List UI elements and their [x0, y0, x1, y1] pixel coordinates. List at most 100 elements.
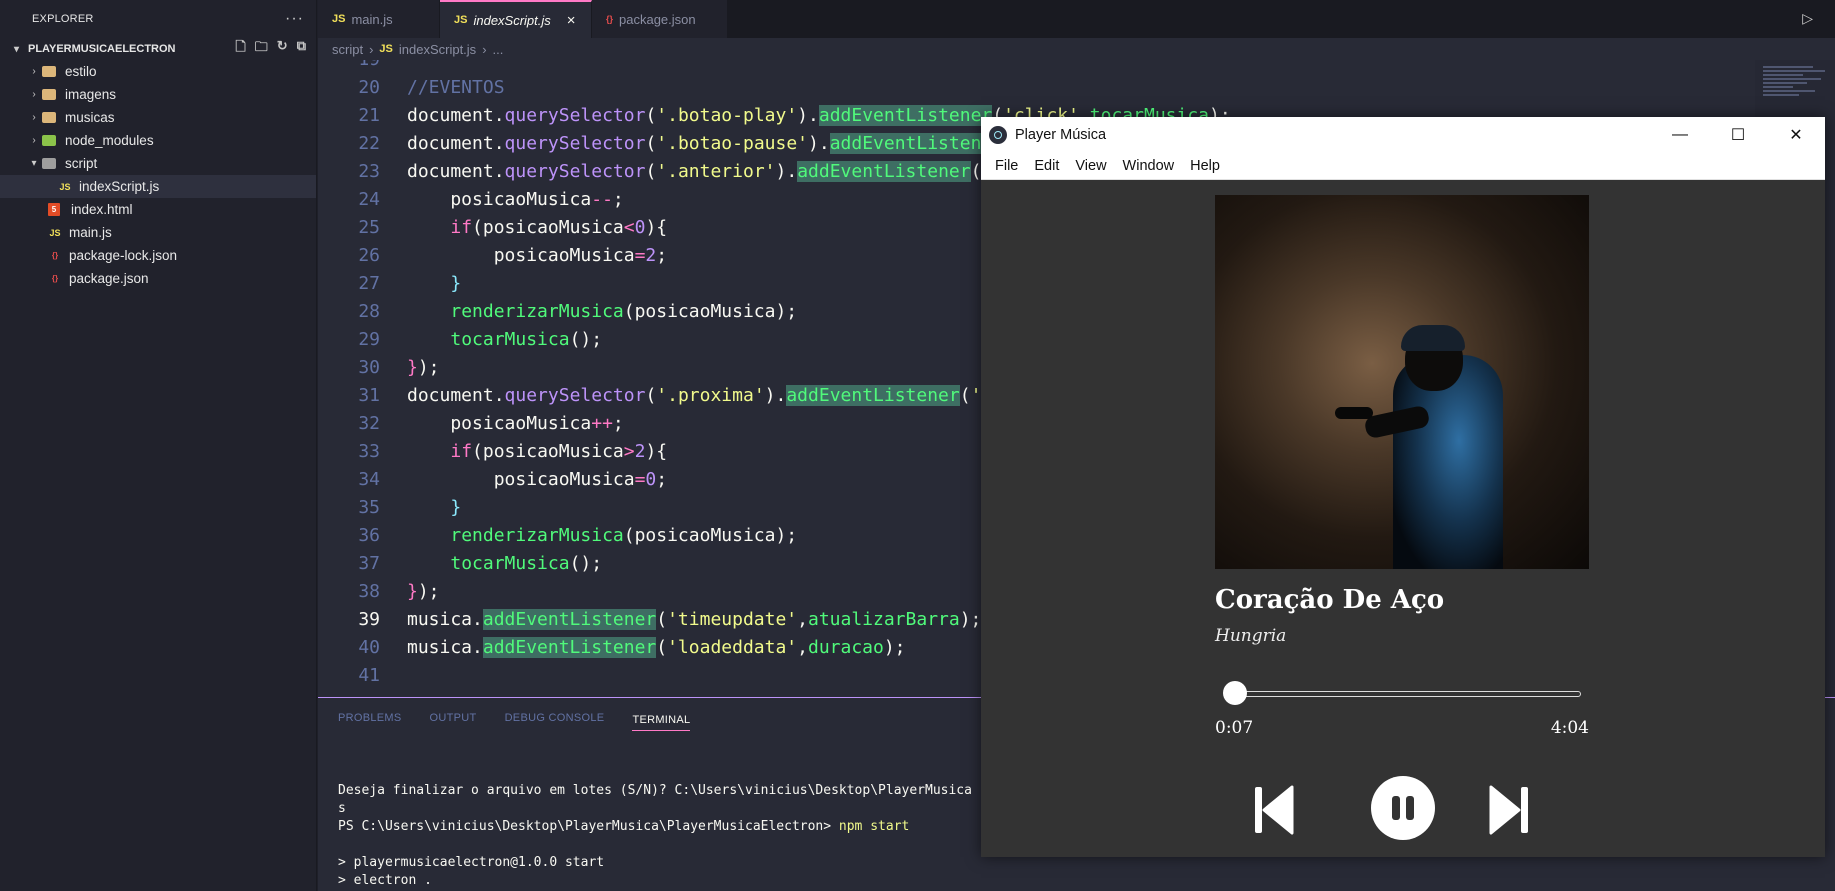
terminal-prompt: PS C:\Users\vinicius\Desktop\PlayerMusic…: [338, 819, 839, 834]
menu-edit[interactable]: Edit: [1026, 158, 1067, 174]
tree-item-main-js[interactable]: JS main.js: [0, 221, 316, 244]
code-text: musica.addEventListener('loadeddata',dur…: [407, 637, 906, 658]
tree-item-script[interactable]: ▾ script: [0, 152, 316, 175]
terminal-output[interactable]: Deseja finalizar o arquivo em lotes (S/N…: [338, 782, 972, 890]
tab-output[interactable]: OUTPUT: [430, 712, 477, 724]
explorer-actions: 🗋 🗀 ↻ ⧉: [235, 38, 316, 60]
window-titlebar[interactable]: Player Música — ☐ ✕: [981, 117, 1825, 153]
tree-item-musicas[interactable]: › musicas: [0, 106, 316, 129]
tree-item-label: estilo: [65, 64, 97, 79]
next-track-button[interactable]: [1487, 785, 1531, 835]
tab-indexscript-js[interactable]: JS indexScript.js ×: [440, 0, 592, 38]
menu-help[interactable]: Help: [1182, 158, 1228, 174]
terminal-blank: [338, 836, 972, 854]
new-folder-icon[interactable]: 🗀: [255, 38, 268, 60]
run-icon[interactable]: ▷: [1802, 10, 1813, 27]
menu-window[interactable]: Window: [1115, 158, 1183, 174]
code-text: renderizarMusica(posicaoMusica);: [450, 301, 798, 322]
tree-item-package-json[interactable]: {} package.json: [0, 267, 316, 290]
code-text: tocarMusica();: [450, 553, 603, 574]
window-controls: — ☐ ✕: [1651, 117, 1825, 153]
line-number: 32: [358, 413, 380, 434]
explorer-header: EXPLORER ···: [0, 0, 316, 38]
tree-item-index-html[interactable]: 5 index.html: [0, 198, 316, 221]
line-number: 41: [358, 665, 380, 686]
maximize-icon[interactable]: ☐: [1709, 117, 1767, 153]
chevron-right-icon: ›: [32, 112, 36, 123]
tab-label: main.js: [351, 11, 393, 27]
new-file-icon[interactable]: 🗋: [235, 38, 245, 60]
player-content: Coração De Aço Hungria 0:07 4:04: [981, 180, 1825, 857]
window-menubar: File Edit View Window Help: [981, 153, 1825, 180]
chevron-down-icon: ▾: [31, 158, 37, 169]
line-number: 22: [358, 133, 380, 154]
folder-open-icon: [42, 158, 56, 169]
chevron-right-icon: ›: [369, 41, 374, 57]
line-number: 23: [358, 161, 380, 182]
breadcrumb-file[interactable]: indexScript.js: [399, 42, 476, 57]
html-file-icon: 5: [48, 203, 60, 216]
project-root[interactable]: ▾ PLAYERMUSICAELECTRON 🗋 🗀 ↻ ⧉: [0, 38, 316, 60]
json-file-icon: {}: [51, 274, 59, 283]
line-number: 31: [358, 385, 380, 406]
menu-file[interactable]: File: [987, 158, 1026, 174]
code-text: posicaoMusica=0;: [407, 469, 668, 490]
breadcrumb-folder[interactable]: script: [332, 42, 363, 57]
line-number: 35: [358, 497, 380, 518]
close-window-icon[interactable]: ✕: [1767, 117, 1825, 153]
code-text: });: [407, 357, 440, 378]
cover-figure-cap: [1401, 325, 1465, 351]
collapse-all-icon[interactable]: ⧉: [297, 38, 306, 60]
progress-thumb[interactable]: [1223, 681, 1248, 705]
line-number: 30: [358, 357, 380, 378]
tree-item-label: indexScript.js: [79, 179, 160, 194]
code-text: posicaoMusica++;: [407, 413, 624, 434]
js-file-icon: JS: [59, 181, 71, 192]
code-text: }: [450, 497, 462, 518]
tab-debug-console[interactable]: DEBUG CONSOLE: [505, 712, 605, 724]
terminal-line: > electron .: [338, 873, 432, 888]
explorer-title: EXPLORER: [32, 13, 94, 25]
previous-track-button[interactable]: [1252, 785, 1296, 835]
more-actions-icon[interactable]: ···: [285, 10, 304, 28]
tree-item-label: package-lock.json: [69, 248, 178, 263]
tab-main-js[interactable]: JS main.js: [318, 0, 440, 38]
terminal-line: s: [338, 801, 346, 816]
minimize-icon[interactable]: —: [1651, 117, 1709, 153]
refresh-icon[interactable]: ↻: [277, 38, 288, 60]
code-line: 19: [318, 60, 1835, 74]
tree-item-node-modules[interactable]: › node_modules: [0, 129, 316, 152]
progress-bar[interactable]: [1225, 691, 1581, 697]
tab-package-json[interactable]: {} package.json: [592, 0, 728, 38]
folder-icon: [42, 112, 56, 123]
explorer-sidebar: EXPLORER ··· ▾ PLAYERMUSICAELECTRON 🗋 🗀 …: [0, 0, 317, 891]
line-number: 29: [358, 329, 380, 350]
terminal-line: Deseja finalizar o arquivo em lotes (S/N…: [338, 783, 972, 798]
breadcrumb-more[interactable]: ...: [493, 42, 504, 57]
project-name: PLAYERMUSICAELECTRON: [28, 43, 176, 55]
tree-item-indexscript[interactable]: JS indexScript.js: [0, 175, 316, 198]
player-window: Player Música — ☐ ✕ File Edit View Windo…: [981, 117, 1825, 857]
code-line: 20 //EVENTOS: [318, 74, 1835, 102]
js-file-icon: JS: [332, 13, 346, 25]
tab-problems[interactable]: PROBLEMS: [338, 712, 402, 724]
time-current: 0:07: [1215, 718, 1254, 738]
line-number: 28: [358, 301, 380, 322]
tab-terminal[interactable]: TERMINAL: [632, 706, 691, 731]
menu-view[interactable]: View: [1067, 158, 1114, 174]
code-text: }: [450, 273, 462, 294]
tree-item-estilo[interactable]: › estilo: [0, 60, 316, 83]
line-number: 34: [358, 469, 380, 490]
tree-item-label: index.html: [71, 202, 133, 217]
close-icon[interactable]: ×: [567, 12, 576, 29]
tree-item-label: main.js: [69, 225, 112, 240]
chevron-right-icon: ›: [32, 135, 36, 146]
cover-microphone: [1335, 407, 1373, 419]
node-folder-icon: [42, 135, 56, 146]
tree-item-imagens[interactable]: › imagens: [0, 83, 316, 106]
tab-label: package.json: [619, 11, 696, 27]
pause-button[interactable]: [1371, 776, 1435, 840]
js-file-icon: JS: [49, 227, 61, 238]
json-file-icon: {}: [606, 14, 614, 24]
tree-item-package-lock[interactable]: {} package-lock.json: [0, 244, 316, 267]
